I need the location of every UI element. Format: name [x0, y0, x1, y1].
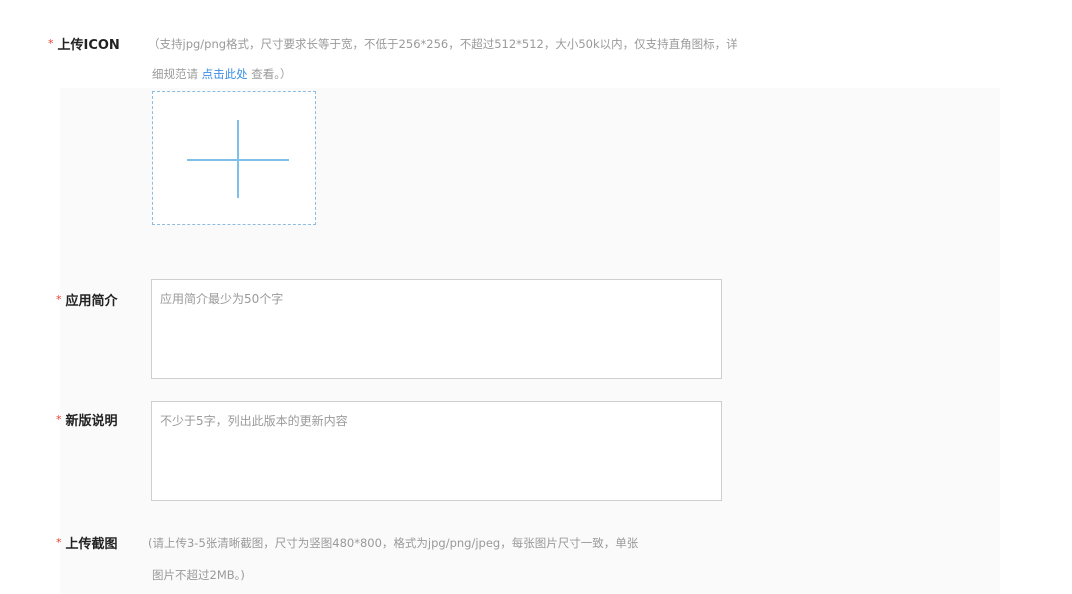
icon-label-text: 上传ICON [57, 38, 120, 53]
plus-icon-vertical [237, 120, 239, 198]
spec-link[interactable]: 点击此处 [202, 67, 248, 81]
icon-label: * 上传ICON [48, 34, 120, 53]
intro-label: * 应用简介 [56, 290, 118, 309]
icon-hint-line1: （支持jpg/png格式，尺寸要求长等于宽，不低于256*256，不超过512*… [148, 37, 738, 51]
icon-hint-line2-pre: 细规范请 [152, 67, 202, 81]
release-notes-textarea[interactable]: 不少于5字，列出此版本的更新内容 [151, 401, 722, 501]
required-mark: * [48, 37, 54, 50]
screenshots-hint-line2: 图片不超过2MB。) [152, 568, 245, 582]
release-notes-label: * 新版说明 [56, 410, 118, 429]
required-mark: * [56, 413, 62, 426]
required-mark: * [56, 536, 62, 549]
screenshots-label-text: 上传截图 [65, 537, 118, 552]
intro-placeholder: 应用简介最少为50个字 [160, 292, 284, 306]
release-notes-placeholder: 不少于5字，列出此版本的更新内容 [160, 414, 348, 428]
release-notes-label-text: 新版说明 [65, 414, 118, 429]
icon-hint-line2: 细规范请 点击此处 查看。） [152, 66, 292, 82]
icon-hint-line2-post: 查看。） [247, 67, 292, 81]
icon-upload-button[interactable] [152, 91, 316, 225]
screenshots-hint-line1: (请上传3-5张清晰截图，尺寸为竖图480*800，格式为jpg/png/jpe… [148, 536, 639, 550]
screenshots-label: * 上传截图 [56, 533, 118, 552]
intro-textarea[interactable]: 应用简介最少为50个字 [151, 279, 722, 379]
intro-label-text: 应用简介 [65, 294, 118, 309]
required-mark: * [56, 293, 62, 306]
